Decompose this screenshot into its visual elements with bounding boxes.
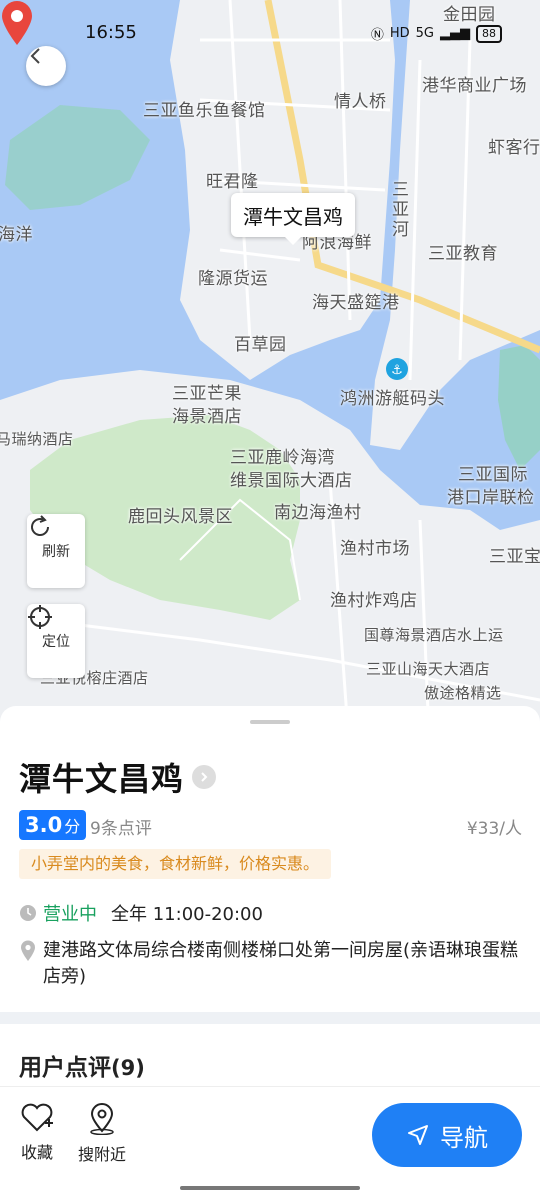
map-label: 渔村市场	[340, 539, 410, 559]
map-label: 鹿回头风景区	[128, 507, 233, 527]
locate-label: 定位	[42, 634, 70, 650]
clock-icon	[20, 905, 36, 921]
reviews-title-text: 用户点评	[19, 1055, 111, 1081]
location-pin-icon[interactable]	[0, 0, 34, 46]
refresh-icon	[31, 515, 49, 536]
map-label: 维景国际大酒店	[230, 471, 353, 491]
status-bar: 16:55 Ⓝ HD 5G ▂▄▆ 88	[0, 22, 540, 46]
chevron-right-icon[interactable]	[192, 765, 217, 789]
user-reviews-heading: 用户点评(9)	[19, 1048, 145, 1082]
opening-hours: 全年 11:00-20:00	[111, 904, 263, 925]
rating-row: 3.0 分 9条点评 ¥33/人	[19, 810, 522, 840]
map-label: 海天盛筵港	[312, 293, 400, 313]
poi-tagline: 小弄堂内的美食，食材新鲜，价格实惠。	[19, 849, 332, 879]
map-label: 国尊海景酒店水上运	[364, 626, 504, 644]
heart-plus-icon	[21, 1103, 53, 1132]
svg-text:⚓: ⚓	[391, 363, 403, 378]
status-time: 16:55	[85, 22, 137, 43]
map-label: 海景酒店	[172, 407, 242, 427]
refresh-button[interactable]: 刷新	[27, 514, 85, 588]
nfc-icon: Ⓝ	[370, 28, 384, 43]
map-label: 三亚国际	[458, 465, 528, 485]
network-label: 5G	[415, 26, 434, 41]
rating-badge: 3.0 分	[19, 810, 87, 840]
map-view[interactable]: ⚓ 金田园 港华商业广场 三亚鱼乐鱼餐馆 情人桥 虾客行 旺君隆 三亚河 海洋 …	[0, 0, 540, 760]
poi-title-row[interactable]: 潭牛文昌鸡	[19, 754, 217, 800]
average-price: ¥33/人	[466, 819, 522, 839]
map-label: 海洋	[0, 225, 33, 245]
navigation-arrow-icon	[408, 1125, 428, 1145]
map-label: 港口岸联检	[447, 488, 535, 508]
map-label: 隆源货运	[198, 269, 268, 289]
address-row[interactable]: 建港路文体局综合楼南侧楼梯口处第一间房屋(亲语琳琅蛋糕店旁)	[19, 938, 524, 990]
map-label: 三亚鱼乐鱼餐馆	[143, 101, 266, 121]
review-count[interactable]: 9条点评	[90, 814, 152, 839]
map-label: 情人桥	[334, 92, 387, 112]
map-label: 百草园	[234, 335, 287, 355]
locate-button[interactable]: 定位	[27, 604, 85, 678]
rating-unit: 分	[64, 817, 81, 836]
map-label: 三亚河	[392, 180, 410, 240]
navigate-button[interactable]: 导航	[372, 1103, 522, 1167]
map-label: 三亚山海天大酒店	[366, 660, 491, 678]
business-hours-row: 营业中 全年 11:00-20:00	[19, 900, 263, 926]
map-label: 三亚教育	[428, 244, 498, 264]
map-label: 三亚芒果	[172, 384, 242, 404]
section-divider	[0, 1012, 540, 1024]
signal-icon: ▂▄▆	[440, 26, 470, 41]
home-indicator[interactable]	[180, 1186, 360, 1190]
map-label: 港华商业广场	[422, 76, 527, 96]
search-nearby-button[interactable]: 搜附近	[78, 1103, 126, 1165]
open-status: 营业中	[43, 904, 97, 925]
map-label: 傲途格精选	[424, 684, 502, 702]
map-label: 渔村炸鸡店	[330, 591, 418, 611]
sheet-drag-handle[interactable]	[250, 720, 290, 724]
map-label: 马瑞纳酒店	[0, 430, 74, 448]
favorite-button[interactable]: 收藏	[20, 1103, 54, 1163]
back-button[interactable]	[26, 46, 66, 86]
map-label: 三亚鹿岭海湾	[230, 448, 335, 468]
bottom-action-bar: 收藏 搜附近 导航	[0, 1086, 540, 1201]
battery-icon: 88	[476, 24, 502, 43]
location-icon	[21, 940, 35, 961]
map-label: 鸿洲游艇码头	[340, 389, 445, 409]
map-poi-callout[interactable]: 潭牛文昌鸡	[231, 193, 355, 245]
map-label: 旺君隆	[206, 172, 259, 192]
search-nearby-label: 搜附近	[78, 1145, 127, 1164]
refresh-label: 刷新	[42, 544, 70, 560]
navigate-label: 导航	[440, 1123, 488, 1152]
poi-name: 潭牛文昌鸡	[19, 760, 185, 798]
chevron-left-icon	[30, 48, 40, 64]
nearby-pin-icon	[90, 1103, 114, 1135]
favorite-label: 收藏	[20, 1143, 53, 1162]
hd-icon: HD	[389, 26, 410, 41]
locate-icon	[28, 605, 52, 629]
map-label: 三亚宝	[489, 547, 540, 567]
rating-score: 3.0	[25, 813, 63, 837]
reviews-title-count: (9)	[111, 1056, 145, 1080]
map-label: 虾客行	[488, 138, 540, 158]
poi-address: 建港路文体局综合楼南侧楼梯口处第一间房屋(亲语琳琅蛋糕店旁)	[43, 940, 519, 987]
map-label: 南边海渔村	[274, 503, 362, 523]
